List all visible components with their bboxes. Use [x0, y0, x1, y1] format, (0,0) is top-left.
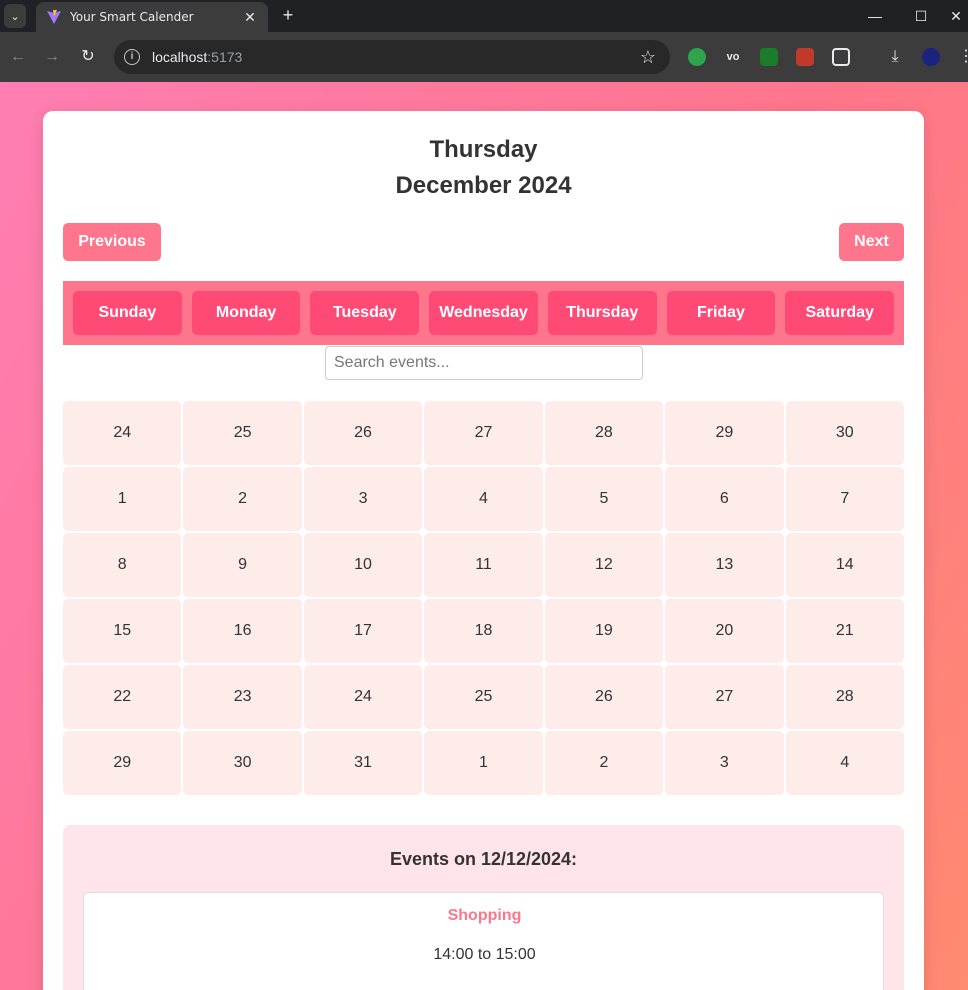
reload-icon[interactable]: ↻: [78, 47, 98, 67]
new-tab-icon[interactable]: +: [278, 4, 298, 26]
calendar-day-cell[interactable]: 16: [183, 599, 302, 663]
calendar-day-cell[interactable]: 11: [424, 533, 543, 597]
page-viewport: Thursday December 2024 Previous Next Sun…: [0, 82, 968, 990]
calendar-day-cell[interactable]: 24: [303, 665, 423, 729]
calendar-day-cell[interactable]: 23: [183, 665, 302, 729]
day-title: Thursday: [429, 136, 538, 163]
calendar-day-cell[interactable]: 18: [424, 599, 543, 663]
calendar-day-cell[interactable]: 13: [665, 533, 784, 597]
calendar-day-cell[interactable]: 28: [544, 401, 664, 465]
extension-bot-icon[interactable]: [688, 48, 706, 66]
calendar-day-cell[interactable]: 1: [63, 467, 182, 531]
extension-green-icon[interactable]: [760, 48, 778, 66]
tab-search-chevron-icon[interactable]: ⌄: [4, 4, 26, 28]
calendar-day-cell[interactable]: 20: [665, 599, 784, 663]
calendar-day-cell[interactable]: 8: [63, 533, 182, 597]
browser-toolbar: ← → ↻ i localhost:5173 ☆ vo ⤓ ⋮: [0, 32, 968, 82]
calendar-day-cell[interactable]: 25: [183, 401, 302, 465]
month-title: December 2024: [395, 172, 572, 199]
calendar-day-cell[interactable]: 9: [183, 533, 302, 597]
calendar-day-cell[interactable]: 14: [785, 533, 904, 597]
browser-tab-bar: ⌄ Your Smart Calender ✕ + — ☐ ✕: [0, 0, 968, 32]
calendar-day-cell[interactable]: 31: [303, 731, 423, 795]
tab-close-icon[interactable]: ✕: [242, 9, 258, 26]
search-events-input[interactable]: [325, 346, 643, 380]
extension-vo-icon[interactable]: vo: [724, 48, 742, 66]
calendar-day-cell[interactable]: 28: [785, 665, 904, 729]
weekday-tuesday[interactable]: Tuesday: [310, 291, 420, 335]
calendar-card: Thursday December 2024 Previous Next Sun…: [43, 111, 924, 990]
calendar-day-cell[interactable]: 12: [544, 533, 664, 597]
weekday-friday[interactable]: Friday: [666, 291, 776, 335]
calendar-day-cell[interactable]: 27: [665, 665, 784, 729]
calendar-day-cell[interactable]: 1: [424, 731, 543, 795]
vite-logo-icon: [47, 10, 61, 24]
calendar-day-cell[interactable]: 17: [303, 599, 423, 663]
address-bar[interactable]: i localhost:5173 ☆: [114, 40, 670, 74]
calendar-day-cell[interactable]: 3: [303, 467, 423, 531]
bookmark-star-icon[interactable]: ☆: [640, 47, 656, 68]
minimize-icon[interactable]: —: [852, 0, 898, 32]
event-time: 14:00 to 15:00: [433, 946, 536, 963]
url-text: localhost:5173: [152, 49, 242, 65]
events-panel-title: Events on 12/12/2024:: [389, 849, 578, 869]
calendar-grid: 24 25 26 27 28 29 30 1 2 3 4 5 6 7 8 9 10 11 12 13 14 15 16 17 1…: [63, 401, 904, 795]
event-card[interactable]: Shopping 14:00 to 15:00: [83, 892, 884, 990]
url-host: localhost: [152, 49, 208, 65]
download-icon[interactable]: ⤓: [886, 48, 904, 66]
calendar-day-cell[interactable]: 26: [544, 665, 664, 729]
calendar-day-cell[interactable]: 26: [303, 401, 423, 465]
calendar-day-cell[interactable]: 30: [785, 401, 904, 465]
events-panel: Events on 12/12/2024: Shopping 14:00 to …: [63, 825, 904, 990]
calendar-day-cell[interactable]: 4: [785, 731, 904, 795]
previous-button[interactable]: Previous: [63, 223, 161, 261]
weekday-wednesday[interactable]: Wednesday: [429, 291, 538, 335]
menu-dots-icon[interactable]: ⋮: [958, 48, 968, 66]
calendar-day-cell[interactable]: 5: [544, 467, 664, 531]
calendar-day-cell[interactable]: 2: [183, 467, 302, 531]
site-info-icon[interactable]: i: [124, 49, 140, 65]
back-icon[interactable]: ←: [8, 47, 28, 67]
weekday-thursday[interactable]: Thursday: [547, 291, 657, 335]
forward-icon[interactable]: →: [42, 47, 62, 67]
tab-title: Your Smart Calender: [70, 10, 194, 24]
calendar-day-cell[interactable]: 3: [665, 731, 784, 795]
close-window-icon[interactable]: ✕: [944, 0, 968, 32]
calendar-day-cell[interactable]: 7: [785, 467, 904, 531]
extension-red-icon[interactable]: [796, 48, 814, 66]
weekday-sunday[interactable]: Sunday: [73, 291, 182, 335]
maximize-icon[interactable]: ☐: [898, 0, 944, 32]
calendar-day-cell[interactable]: 24: [63, 401, 182, 465]
browser-tab[interactable]: Your Smart Calender ✕: [36, 2, 268, 32]
next-button[interactable]: Next: [839, 223, 904, 261]
extensions-puzzle-icon[interactable]: [832, 48, 850, 66]
url-port: :5173: [207, 49, 243, 65]
calendar-day-cell[interactable]: 15: [63, 599, 182, 663]
calendar-day-cell[interactable]: 22: [63, 665, 182, 729]
weekday-saturday[interactable]: Saturday: [785, 291, 895, 335]
calendar-day-cell[interactable]: 6: [665, 467, 784, 531]
weekday-monday[interactable]: Monday: [191, 291, 301, 335]
calendar-day-cell[interactable]: 2: [544, 731, 664, 795]
calendar-day-cell[interactable]: 30: [183, 731, 302, 795]
weekday-header-row: Sunday Monday Tuesday Wednesday Thursday…: [63, 281, 904, 345]
calendar-day-cell[interactable]: 25: [424, 665, 543, 729]
calendar-day-cell[interactable]: 21: [785, 599, 904, 663]
calendar-day-cell[interactable]: 19: [544, 599, 664, 663]
calendar-day-cell[interactable]: 29: [665, 401, 784, 465]
calendar-day-cell[interactable]: 4: [424, 467, 543, 531]
calendar-day-cell[interactable]: 10: [303, 533, 423, 597]
event-name: Shopping: [447, 907, 522, 924]
calendar-day-cell[interactable]: 29: [63, 731, 182, 795]
profile-avatar[interactable]: [922, 48, 940, 66]
calendar-day-cell[interactable]: 27: [424, 401, 543, 465]
